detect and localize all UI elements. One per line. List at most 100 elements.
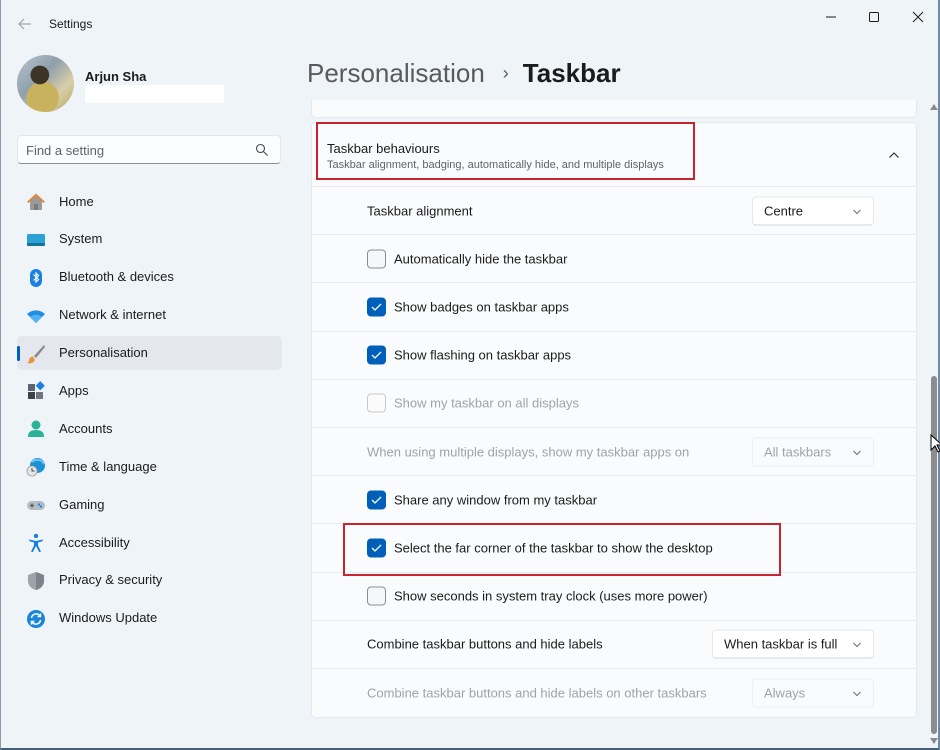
sidebar-nav: Home System Bluetooth & devices Network … xyxy=(17,184,282,639)
setting-row: Show seconds in system tray clock (uses … xyxy=(312,572,916,621)
checkbox[interactable] xyxy=(367,490,386,510)
dropdown-value: When taskbar is full xyxy=(724,636,838,652)
settings-window: Settings Arjun Sha Home System xyxy=(0,0,940,750)
sidebar-item-label: Home xyxy=(59,193,94,209)
sidebar-item-system[interactable]: System xyxy=(17,222,282,256)
sidebar-item-accounts[interactable]: Accounts xyxy=(17,411,282,445)
vertical-scrollbar[interactable] xyxy=(927,98,940,748)
section-header[interactable]: Taskbar behaviours Taskbar alignment, ba… xyxy=(312,123,916,187)
back-arrow-icon xyxy=(18,18,31,30)
mouse-pointer-icon xyxy=(930,434,940,453)
paintbrush-icon xyxy=(27,344,45,363)
avatar xyxy=(17,55,74,112)
section-rows: Taskbar alignment Centre Automatically hid… xyxy=(312,187,916,718)
breadcrumb: Personalisation › Taskbar xyxy=(307,55,621,91)
setting-dropdown[interactable]: When taskbar is full xyxy=(712,629,874,659)
person-icon xyxy=(28,420,44,438)
search-box[interactable] xyxy=(17,135,281,164)
minimize-icon xyxy=(826,16,836,18)
sidebar-item-label: System xyxy=(59,231,103,247)
taskbar-behaviours-section: Taskbar behaviours Taskbar alignment, ba… xyxy=(311,122,917,719)
user-email-redacted xyxy=(85,85,224,103)
maximize-icon xyxy=(869,12,879,22)
setting-label: Combine taskbar buttons and hide labels … xyxy=(367,685,707,701)
system-display-icon xyxy=(27,233,45,246)
checkbox xyxy=(367,393,386,413)
search-icon[interactable] xyxy=(255,143,269,157)
setting-row: Share any window from my taskbar xyxy=(312,476,916,525)
sidebar-item-label: Bluetooth & devices xyxy=(59,269,174,285)
refresh-icon xyxy=(27,609,45,628)
sidebar-item-label: Accounts xyxy=(59,420,113,436)
back-button[interactable] xyxy=(13,12,37,36)
accessibility-icon xyxy=(29,533,43,553)
breadcrumb-chevron-icon: › xyxy=(502,62,509,83)
scrollbar-track[interactable] xyxy=(930,116,938,734)
setting-row: Combine taskbar buttons and hide labels … xyxy=(312,668,916,718)
setting-row: Show my taskbar on all displays xyxy=(312,379,916,428)
sidebar-item-time-language[interactable]: Time & language xyxy=(17,449,282,483)
sidebar-item-label: Personalisation xyxy=(59,345,148,361)
checkmark-icon xyxy=(371,351,382,360)
sidebar-item-label: Gaming xyxy=(59,496,105,512)
checkbox-label: Select the far corner of the taskbar to … xyxy=(394,540,713,556)
chevron-down-icon xyxy=(853,642,861,648)
setting-row: Automatically hide the taskbar xyxy=(312,235,916,284)
scroll-down-arrow-icon[interactable] xyxy=(930,738,938,744)
setting-row: Taskbar alignment Centre xyxy=(312,187,916,236)
globe-clock-icon xyxy=(26,458,45,477)
checkbox-label: Automatically hide the taskbar xyxy=(394,251,568,267)
setting-checkbox-control[interactable]: Automatically hide the taskbar xyxy=(367,249,568,269)
setting-row: When using multiple displays, show my ta… xyxy=(312,427,916,477)
sidebar-item-network[interactable]: Network & internet xyxy=(17,298,282,332)
checkbox[interactable] xyxy=(367,249,386,269)
minimize-button[interactable] xyxy=(809,4,853,30)
chevron-down-icon xyxy=(853,209,861,214)
setting-checkbox-control[interactable]: Select the far corner of the taskbar to … xyxy=(367,538,713,558)
wifi-icon xyxy=(27,310,45,323)
sidebar-item-label: Apps xyxy=(59,382,89,398)
sidebar-item-label: Network & internet xyxy=(59,307,166,323)
setting-checkbox-control[interactable]: Show flashing on taskbar apps xyxy=(367,345,571,365)
checkbox[interactable] xyxy=(367,586,386,606)
maximize-button[interactable] xyxy=(852,4,896,30)
checkbox-label: Show badges on taskbar apps xyxy=(394,299,569,315)
sidebar-item-privacy-security[interactable]: Privacy & security xyxy=(17,563,282,597)
breadcrumb-parent-link[interactable]: Personalisation xyxy=(307,58,485,89)
sidebar-item-home[interactable]: Home xyxy=(17,184,282,218)
setting-dropdown[interactable]: Centre xyxy=(752,196,874,226)
scrollbar-thumb[interactable] xyxy=(931,375,937,734)
setting-checkbox-control[interactable]: Show seconds in system tray clock (uses … xyxy=(367,586,708,606)
gamepad-icon xyxy=(27,501,45,511)
scroll-up-arrow-icon[interactable] xyxy=(930,104,938,110)
sidebar-item-bluetooth[interactable]: Bluetooth & devices xyxy=(17,260,282,294)
user-profile[interactable]: Arjun Sha xyxy=(17,55,287,113)
setting-label: Combine taskbar buttons and hide labels xyxy=(367,636,603,652)
setting-dropdown: All taskbars xyxy=(752,437,874,467)
section-subtitle: Taskbar alignment, badging, automaticall… xyxy=(327,159,664,171)
previous-section-card[interactable] xyxy=(311,100,917,118)
setting-row: Combine taskbar buttons and hide labels W… xyxy=(312,620,916,669)
settings-content: Taskbar behaviours Taskbar alignment, ba… xyxy=(311,100,917,720)
setting-checkbox-control[interactable]: Show badges on taskbar apps xyxy=(367,297,569,317)
setting-checkbox-control: Show my taskbar on all displays xyxy=(367,393,579,413)
sidebar-item-gaming[interactable]: Gaming xyxy=(17,487,282,521)
checkbox[interactable] xyxy=(367,297,386,317)
checkbox[interactable] xyxy=(367,538,386,558)
bluetooth-icon xyxy=(30,268,42,287)
app-title: Settings xyxy=(49,17,93,31)
setting-row: Show badges on taskbar apps xyxy=(312,283,916,332)
sidebar-item-personalisation[interactable]: Personalisation xyxy=(17,335,282,370)
sidebar-item-accessibility[interactable]: Accessibility xyxy=(17,525,282,559)
sidebar-item-apps[interactable]: Apps xyxy=(17,373,282,407)
sidebar-item-label: Accessibility xyxy=(59,534,130,550)
setting-dropdown: Always xyxy=(752,678,874,708)
checkbox[interactable] xyxy=(367,345,386,365)
search-input[interactable] xyxy=(26,141,246,159)
setting-label: Taskbar alignment xyxy=(367,203,473,219)
chevron-up-icon[interactable] xyxy=(888,149,900,161)
close-button[interactable] xyxy=(896,4,940,30)
sidebar-item-windows-update[interactable]: Windows Update xyxy=(17,601,282,635)
setting-row: Show flashing on taskbar apps xyxy=(312,331,916,380)
setting-checkbox-control[interactable]: Share any window from my taskbar xyxy=(367,490,597,510)
